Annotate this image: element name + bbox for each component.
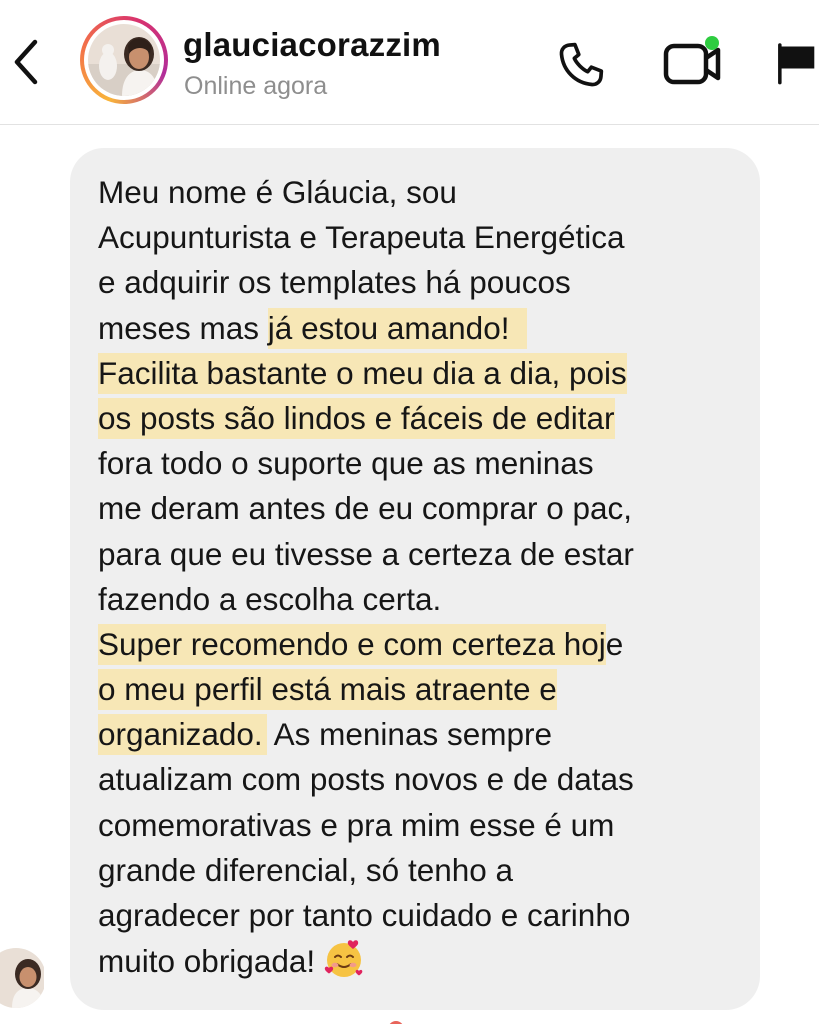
message-text-segment: fora todo o suporte que as meninas [98,445,594,482]
highlighted-text: já estou amando! [267,307,528,349]
message-line: fazendo a escolha certa. [98,577,738,622]
back-button[interactable] [6,38,46,86]
message-text-segment: me deram antes de eu comprar o pac, [98,490,633,527]
message-line: Facilita bastante o meu dia a dia, pois [98,351,738,396]
message-text-segment: grande diferencial, só tenho a [98,851,514,888]
message-line: agradecer por tanto cuidado e carinho [98,893,738,938]
message-text-segment: As meninas sempre [266,716,553,753]
message-text-segment: muito obrigada! [98,943,316,980]
message-line: grande diferencial, só tenho a [98,848,738,893]
highlighted-text: os posts são lindos e fáceis de editar [98,397,615,439]
message-line: muito obrigada! [98,938,738,983]
message-text-segment: fazendo a escolha certa. [98,580,442,617]
phone-icon [559,42,604,87]
message-text-segment: meses mas [98,309,268,346]
message-text-segment: Meu nome é Gláucia, sou [98,174,457,210]
highlighted-text: Super recomendo e com certeza hoj [98,623,606,665]
message-text-segment: e adquirir os templates há poucos [98,264,571,301]
highlighted-text: organizado. [98,714,267,756]
video-camera-icon [663,36,721,85]
message-line: Super recomendo e com certeza hoje [98,622,738,667]
message-text-segment: e [605,625,624,662]
online-dot [705,36,719,50]
message-line: meses mas já estou amando! [98,306,738,351]
message-text: Meu nome é Gláucia, sou Acupunturista e T… [98,170,738,983]
profile-name[interactable]: glauciacorazzim [183,26,441,64]
message-line: organizado. As meninas sempre [98,712,738,757]
flag-icon [778,43,815,85]
report-button[interactable] [772,34,819,92]
message-line: me deram antes de eu comprar o pac, [98,486,738,531]
chat-header: glauciacorazzim Online agora [0,0,819,125]
message-line: e adquirir os templates há poucos [98,260,738,305]
message-text-segment: para que eu tivesse a certeza de estar [98,535,634,572]
video-call-button[interactable] [658,30,726,94]
message-line: o meu perfil está mais atraente e [98,667,738,712]
avatar-photo [88,24,160,96]
sender-avatar[interactable] [0,948,44,1008]
message-line: os posts são lindos e fáceis de editar [98,396,738,441]
highlighted-text: o meu perfil está mais atraente e [98,669,557,711]
call-button[interactable] [552,36,610,94]
message-line: Acupunturista e Terapeuta Energética [98,215,738,260]
message-line: atualizam com posts novos e de datas [98,757,738,802]
highlighted-text: Facilita bastante o meu dia a dia, pois [98,352,627,394]
message-line: para que eu tivesse a certeza de estar [98,532,738,577]
message-text-segment: agradecer por tanto cuidado e carinho [98,897,631,933]
message-text-segment: Acupunturista e Terapeuta Energética [98,219,625,256]
message-line: fora todo o suporte que as meninas [98,441,738,486]
reaction-peek [100,1016,420,1024]
message-text-segment: atualizam com posts novos e de datas [98,761,634,798]
message-text-segment: comemorativas e pra mim esse é um [98,806,615,843]
chevron-left-icon [14,39,38,85]
online-status: Online agora [184,72,328,100]
profile-avatar[interactable] [80,16,168,104]
message-line: Meu nome é Gláucia, sou [98,170,738,215]
message-line: comemorativas e pra mim esse é um [98,803,738,848]
smiling-face-with-hearts-icon [323,938,365,980]
